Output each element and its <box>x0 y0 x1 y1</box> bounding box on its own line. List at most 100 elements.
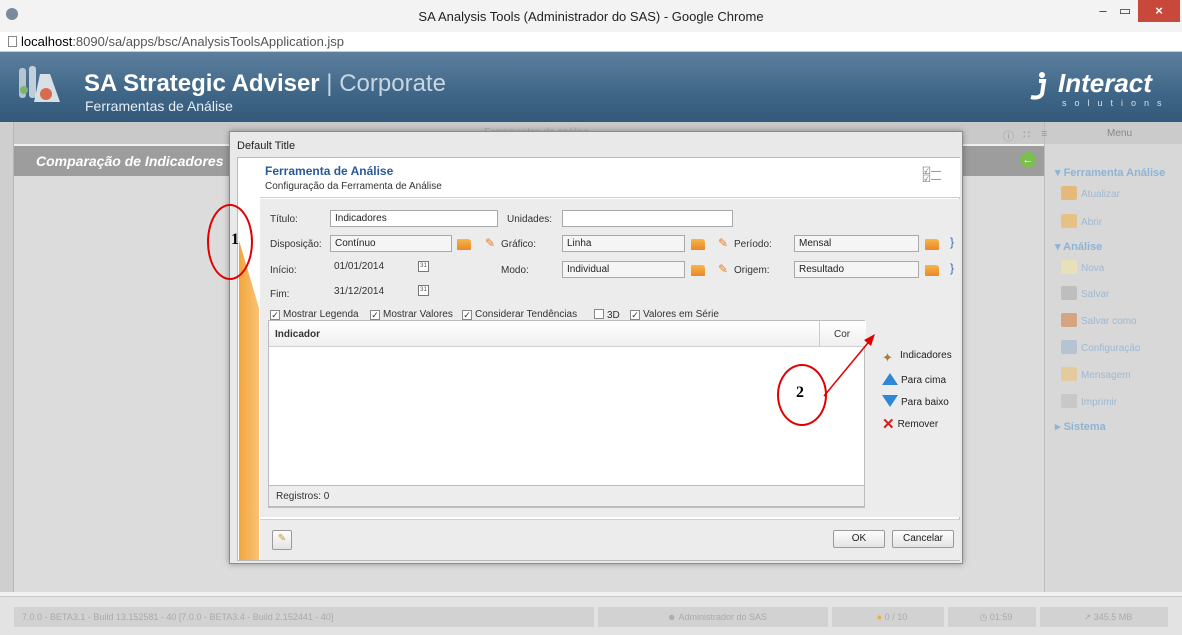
checkbox-box[interactable]: ✓ <box>630 310 640 320</box>
refresh-icon <box>1061 186 1077 200</box>
grafico-label: Gráfico: <box>501 239 537 250</box>
time-label: 01:59 <box>989 612 1013 622</box>
tool-header: Ferramenta de Análise Configuração da Fe… <box>260 158 960 198</box>
clock-icon: ◷ <box>979 612 990 622</box>
menu-item-salvar[interactable]: Salvar <box>1061 286 1109 300</box>
new-doc-icon <box>1061 260 1077 274</box>
records-count: Registros: 0 <box>276 491 330 502</box>
para-baixo-button[interactable]: Para baixo <box>882 395 949 408</box>
close-button[interactable]: × <box>1138 0 1180 22</box>
menu-item-label: Configuração <box>1081 343 1141 354</box>
section-label: Análise <box>1063 241 1103 253</box>
section-label: Ferramenta Análise <box>1063 167 1166 179</box>
para-baixo-label: Para baixo <box>901 397 949 408</box>
grid-icon[interactable]: ∷ <box>1023 128 1030 141</box>
list-icon[interactable]: ≡ <box>1041 128 1047 140</box>
arrow-up-icon <box>882 373 898 385</box>
grafico-folder-icon[interactable] <box>691 239 705 250</box>
menu-item-configuracao[interactable]: Configuração <box>1061 340 1140 354</box>
unidades-label: Unidades: <box>507 214 553 225</box>
menu-item-imprimir[interactable]: Imprimir <box>1061 394 1117 408</box>
checkbox-valores-em-serie[interactable]: ✓ Valores em Série <box>630 309 719 320</box>
window-title: SA Analysis Tools (Administrador do SAS)… <box>418 9 764 24</box>
disposicao-folder-icon[interactable] <box>457 239 471 250</box>
indicators-table[interactable]: Indicador Cor <box>268 320 866 508</box>
titulo-label: Título: <box>270 214 298 225</box>
info-icon[interactable]: ⓘ <box>1003 128 1014 144</box>
app-title: SA Strategic Adviser | Corporate <box>84 70 446 98</box>
checkbox-box[interactable]: ✓ <box>370 310 380 320</box>
menu-section-analise[interactable]: ▾ Análise <box>1055 240 1102 253</box>
periodo-field[interactable]: Mensal <box>794 235 919 252</box>
grafico-field[interactable]: Linha <box>562 235 685 252</box>
interact-solutions: solutions <box>1062 98 1170 108</box>
menu-item-label: Imprimir <box>1081 397 1118 408</box>
menu-item-label: Mensagem <box>1081 370 1131 381</box>
menu-section-sistema[interactable]: ▸ Sistema <box>1055 420 1106 433</box>
checkbox-mostrar-legenda[interactable]: ✓ Mostrar Legenda <box>270 309 359 320</box>
url-host: localhost <box>21 34 73 49</box>
maximize-button[interactable]: ▭ <box>1114 0 1136 22</box>
fim-calendar-icon[interactable]: 31 <box>418 285 429 296</box>
origem-field[interactable]: Resultado <box>794 261 919 278</box>
checkbox-label: Considerar Tendências <box>475 309 578 320</box>
session-time: ◷ 01:59 <box>948 607 1036 627</box>
left-collapsed-rail[interactable] <box>0 122 14 592</box>
modo-field[interactable]: Individual <box>562 261 685 278</box>
interact-logo: Interact solutions <box>1026 68 1176 108</box>
cancelar-button[interactable]: Cancelar <box>892 530 954 548</box>
address-bar[interactable]: localhost:8090/sa/apps/bsc/AnalysisTools… <box>0 32 1182 52</box>
disposicao-field[interactable]: Contínuo <box>330 235 452 252</box>
column-header-indicador[interactable]: Indicador <box>275 329 320 340</box>
remove-x-icon: ✕ <box>882 416 895 433</box>
app-header: SA Strategic Adviser | Corporate Ferrame… <box>0 52 1182 122</box>
menu-item-mensagem[interactable]: Mensagem <box>1061 367 1130 381</box>
ok-button[interactable]: OK <box>833 530 885 548</box>
interact-wordmark: Interact <box>1058 68 1152 98</box>
checkbox-box[interactable] <box>594 309 604 319</box>
checkbox-box[interactable]: ✓ <box>462 310 472 320</box>
browser-titlebar: SA Analysis Tools (Administrador do SAS)… <box>0 0 1182 32</box>
menu-item-nova[interactable]: Nova <box>1061 260 1104 274</box>
fim-date-input[interactable]: 31/12/2014 <box>334 286 384 297</box>
periodo-folder-icon[interactable] <box>925 239 939 250</box>
modo-label: Modo: <box>501 265 529 276</box>
periodo-bracket-icon: } <box>950 235 955 249</box>
indicadores-button[interactable]: ✦ Indicadores <box>882 350 952 366</box>
inicio-calendar-icon[interactable]: 31 <box>418 261 429 272</box>
remover-button[interactable]: ✕ Remover <box>882 415 938 433</box>
checkbox-label: Mostrar Valores <box>383 309 453 320</box>
inicio-date-input[interactable]: 01/01/2014 <box>334 261 384 272</box>
menu-item-abrir[interactable]: Abrir <box>1061 214 1102 228</box>
menu-item-label: Atualizar <box>1081 189 1120 200</box>
menu-item-atualizar[interactable]: Atualizar <box>1061 186 1120 200</box>
origem-label: Origem: <box>734 265 770 276</box>
envelope-icon <box>1061 367 1077 381</box>
menu-item-label: Salvar <box>1081 289 1110 300</box>
checkbox-box[interactable]: ✓ <box>270 310 280 320</box>
para-cima-button[interactable]: Para cima <box>882 373 946 386</box>
status-bar: 7.0.0 - BETA3.1 - Build 13.152581 - 40 [… <box>0 596 1182 635</box>
alert-count[interactable]: ● 0 / 10 <box>832 607 944 627</box>
magic-wand-icon: ✦ <box>882 350 893 365</box>
lab-flasks-logo-icon <box>19 66 60 102</box>
minimize-button[interactable]: – <box>1092 0 1114 22</box>
origem-folder-icon[interactable] <box>925 265 939 276</box>
page-icon <box>8 36 17 47</box>
memory-label: 345.5 MB <box>1093 612 1133 622</box>
modo-folder-icon[interactable] <box>691 265 705 276</box>
user-name: ☻ Administrador do SAS <box>598 607 828 627</box>
checkbox-considerar-tendencias[interactable]: ✓ Considerar Tendências <box>462 309 577 320</box>
edit-pencil-button[interactable]: ✎ <box>272 530 292 550</box>
menu-section-ferramenta-analise[interactable]: ▾ Ferramenta Análise <box>1055 166 1165 179</box>
back-arrow-icon[interactable]: ← <box>1020 152 1036 168</box>
titulo-input[interactable]: Indicadores <box>330 210 498 227</box>
interact-mark-icon <box>1030 72 1047 100</box>
annotation-arrow <box>823 334 875 397</box>
user-icon: ☻ <box>666 612 679 622</box>
unidades-input[interactable] <box>562 210 733 227</box>
annotation-label-1: 1 <box>231 231 239 248</box>
dialog-button-bar: ✎ OK Cancelar <box>260 519 960 560</box>
menu-item-salvar-como[interactable]: Salvar como <box>1061 313 1137 327</box>
checkbox-mostrar-valores[interactable]: ✓ Mostrar Valores <box>370 309 453 320</box>
